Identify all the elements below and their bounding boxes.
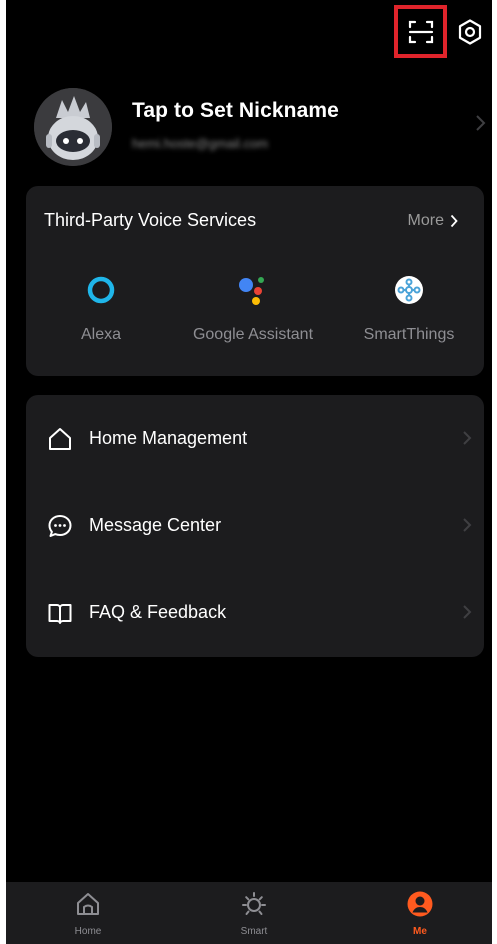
tab-me[interactable]: Me — [370, 890, 470, 937]
menu-item-label: Message Center — [89, 515, 222, 535]
alexa-icon — [87, 276, 115, 304]
voice-services-card: Third-Party Voice Services More Alexa Go… — [26, 186, 484, 376]
scan-icon — [408, 20, 433, 43]
menu-item-message-center[interactable]: Message Center — [26, 482, 484, 569]
tab-smart[interactable]: Smart — [204, 890, 304, 937]
menu-item-faq-feedback[interactable]: FAQ & Feedback — [26, 569, 484, 656]
tab-label: Home — [74, 926, 102, 937]
menu-item-label: Home Management — [89, 428, 248, 448]
more-label: More — [407, 212, 444, 229]
service-label: SmartThings — [363, 326, 455, 343]
google-assistant-icon — [239, 277, 264, 305]
account-email: hemi.hoste@gmail.com — [132, 136, 269, 151]
robot-avatar-icon — [34, 88, 112, 166]
chevron-right-icon — [476, 115, 486, 131]
more-link[interactable]: More — [408, 212, 458, 230]
menu-item-home-management[interactable]: Home Management — [26, 395, 484, 482]
bottom-tab-bar: Home Smart Me — [6, 882, 492, 944]
settings-icon — [458, 19, 482, 45]
tab-home[interactable]: Home — [38, 890, 138, 937]
tab-label: Me — [413, 926, 427, 937]
menu-item-label: FAQ & Feedback — [89, 602, 227, 622]
service-alexa[interactable]: Alexa — [26, 270, 176, 344]
top-bar — [6, 0, 492, 62]
service-label: Google Assistant — [192, 326, 314, 343]
menu-card: Home Management Message Center FAQ & Fee… — [26, 395, 484, 657]
chevron-right-icon — [463, 518, 472, 532]
app-screen: Tap to Set Nickname hemi.hoste@gmail.com… — [6, 0, 492, 944]
chevron-right-icon — [463, 431, 472, 445]
tab-label: Smart — [240, 926, 268, 937]
message-icon — [48, 515, 72, 537]
smartthings-icon — [395, 276, 423, 304]
sun-icon — [242, 892, 266, 915]
service-label: Alexa — [80, 326, 122, 343]
home-icon — [77, 893, 99, 915]
scan-button[interactable] — [394, 5, 447, 58]
chevron-right-icon — [450, 214, 458, 228]
book-icon — [48, 604, 72, 624]
voice-services-title: Third-Party Voice Services — [44, 210, 257, 230]
home-outline-icon — [49, 428, 71, 450]
chevron-right-icon — [463, 605, 472, 619]
service-smartthings[interactable]: SmartThings — [334, 270, 484, 344]
settings-button[interactable] — [452, 14, 488, 50]
profile-row[interactable]: Tap to Set Nickname hemi.hoste@gmail.com — [6, 84, 492, 170]
avatar[interactable] — [34, 88, 112, 166]
service-google-assistant[interactable]: Google Assistant — [178, 270, 328, 344]
person-icon — [407, 891, 433, 917]
nickname-label[interactable]: Tap to Set Nickname — [132, 99, 339, 123]
